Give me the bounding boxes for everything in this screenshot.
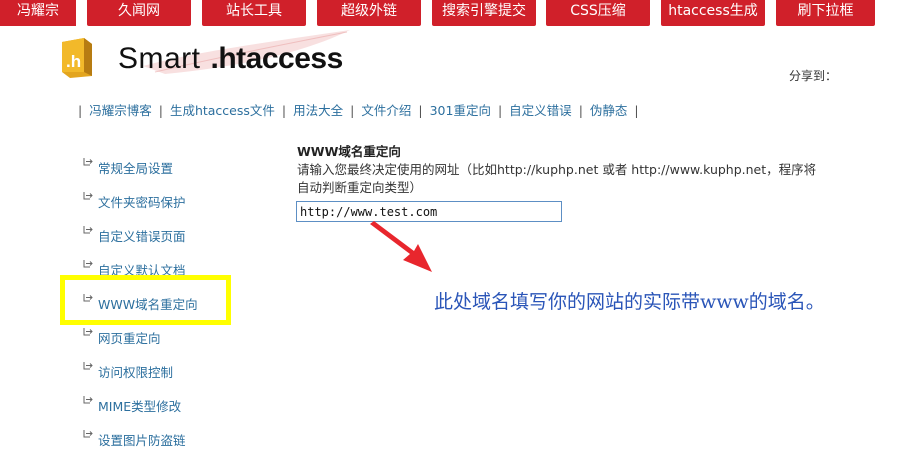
sidebar-item-label: 常规全局设置 <box>98 161 174 176</box>
sidebar-item-page-redirect[interactable]: 网页重定向 <box>83 328 161 347</box>
subnav-separator: | <box>281 103 287 118</box>
subnav-separator: | <box>578 103 583 118</box>
subnav-separator: | <box>350 103 355 118</box>
subnav-separator: | <box>634 103 639 118</box>
logo-icon-text: .h <box>66 52 81 71</box>
subnav-separator: | <box>418 103 423 118</box>
sidebar-item-mime-types[interactable]: MIME类型修改 <box>83 396 181 415</box>
logo-word-smart: Smart <box>118 42 201 75</box>
top-nav-tab-fengyaozong[interactable]: 冯耀宗 <box>0 0 76 26</box>
sidebar-item-folder-password[interactable]: 文件夹密码保护 <box>83 192 186 211</box>
subnav-link-pseudo-static[interactable]: 伪静态 <box>590 103 628 118</box>
sidebar-item-hotlink-protection[interactable]: 设置图片防盗链 <box>83 430 186 449</box>
subnav-link-blog[interactable]: 冯耀宗博客 <box>89 103 152 118</box>
share-label: 分享到： <box>789 69 838 83</box>
sidebar-item-label: 自定义错误页面 <box>98 229 186 244</box>
subnav-link-301-redirect[interactable]: 301重定向 <box>430 103 491 118</box>
arrow-right-icon <box>83 192 93 200</box>
arrow-right-icon <box>83 396 93 404</box>
arrow-right-icon <box>83 158 93 166</box>
site-logo-text[interactable]: Smart .htaccess <box>118 42 343 76</box>
url-input[interactable] <box>296 201 562 222</box>
sidebar-item-custom-error-page[interactable]: 自定义错误页面 <box>83 226 186 245</box>
subnav-separator: | <box>497 103 503 118</box>
sidebar-item-access-control[interactable]: 访问权限控制 <box>83 362 173 381</box>
subnav-link-file-intro[interactable]: 文件介绍 <box>361 103 411 118</box>
sidebar-item-label: 设置图片防盗链 <box>98 433 186 448</box>
arrow-right-icon <box>83 328 93 336</box>
sidebar-highlight-box <box>60 275 231 325</box>
subnav-link-generate-htaccess[interactable]: 生成htaccess文件 <box>170 103 275 118</box>
section-description: 请输入您最终决定使用的网址（比如http://kuphp.net 或者 http… <box>297 162 817 195</box>
sidebar-item-label: 访问权限控制 <box>98 365 174 380</box>
sidebar-item-label: 文件夹密码保护 <box>98 195 186 210</box>
arrow-right-icon <box>83 430 93 438</box>
top-nav-tab-htaccess-gen[interactable]: htaccess生成 <box>661 0 765 26</box>
sidebar-item-label: 网页重定向 <box>98 331 161 346</box>
arrow-right-icon <box>83 260 93 268</box>
top-nav-tab-dropdown[interactable]: 刷下拉框 <box>776 0 875 26</box>
subnav-separator: | <box>158 103 163 118</box>
top-nav-tab-search-submit[interactable]: 搜索引擎提交 <box>432 0 536 26</box>
subnav-link-custom-error[interactable]: 自定义错误 <box>509 103 572 118</box>
sidebar-item-global-settings[interactable]: 常规全局设置 <box>83 158 173 177</box>
section-title: WWW域名重定向 <box>297 144 401 159</box>
htaccess-logo-icon[interactable]: .h <box>60 38 94 78</box>
subnav-separator: | <box>78 103 83 118</box>
arrow-right-icon <box>83 226 93 234</box>
arrow-right-icon <box>83 362 93 370</box>
sub-nav: | 冯耀宗博客 | 生成htaccess文件 | 用法大全 | 文件介绍 | 301重定向 | 自定义… <box>78 103 639 119</box>
top-nav-tab-css-compress[interactable]: CSS压缩 <box>546 0 650 26</box>
subnav-link-usage[interactable]: 用法大全 <box>293 103 343 118</box>
logo-word-htaccess: .htaccess <box>210 42 344 75</box>
sidebar-item-label: MIME类型修改 <box>98 399 182 414</box>
red-arrow-icon <box>370 221 432 272</box>
annotation-note: 此处域名填写你的网站的实际带www的域名。 <box>434 291 825 313</box>
